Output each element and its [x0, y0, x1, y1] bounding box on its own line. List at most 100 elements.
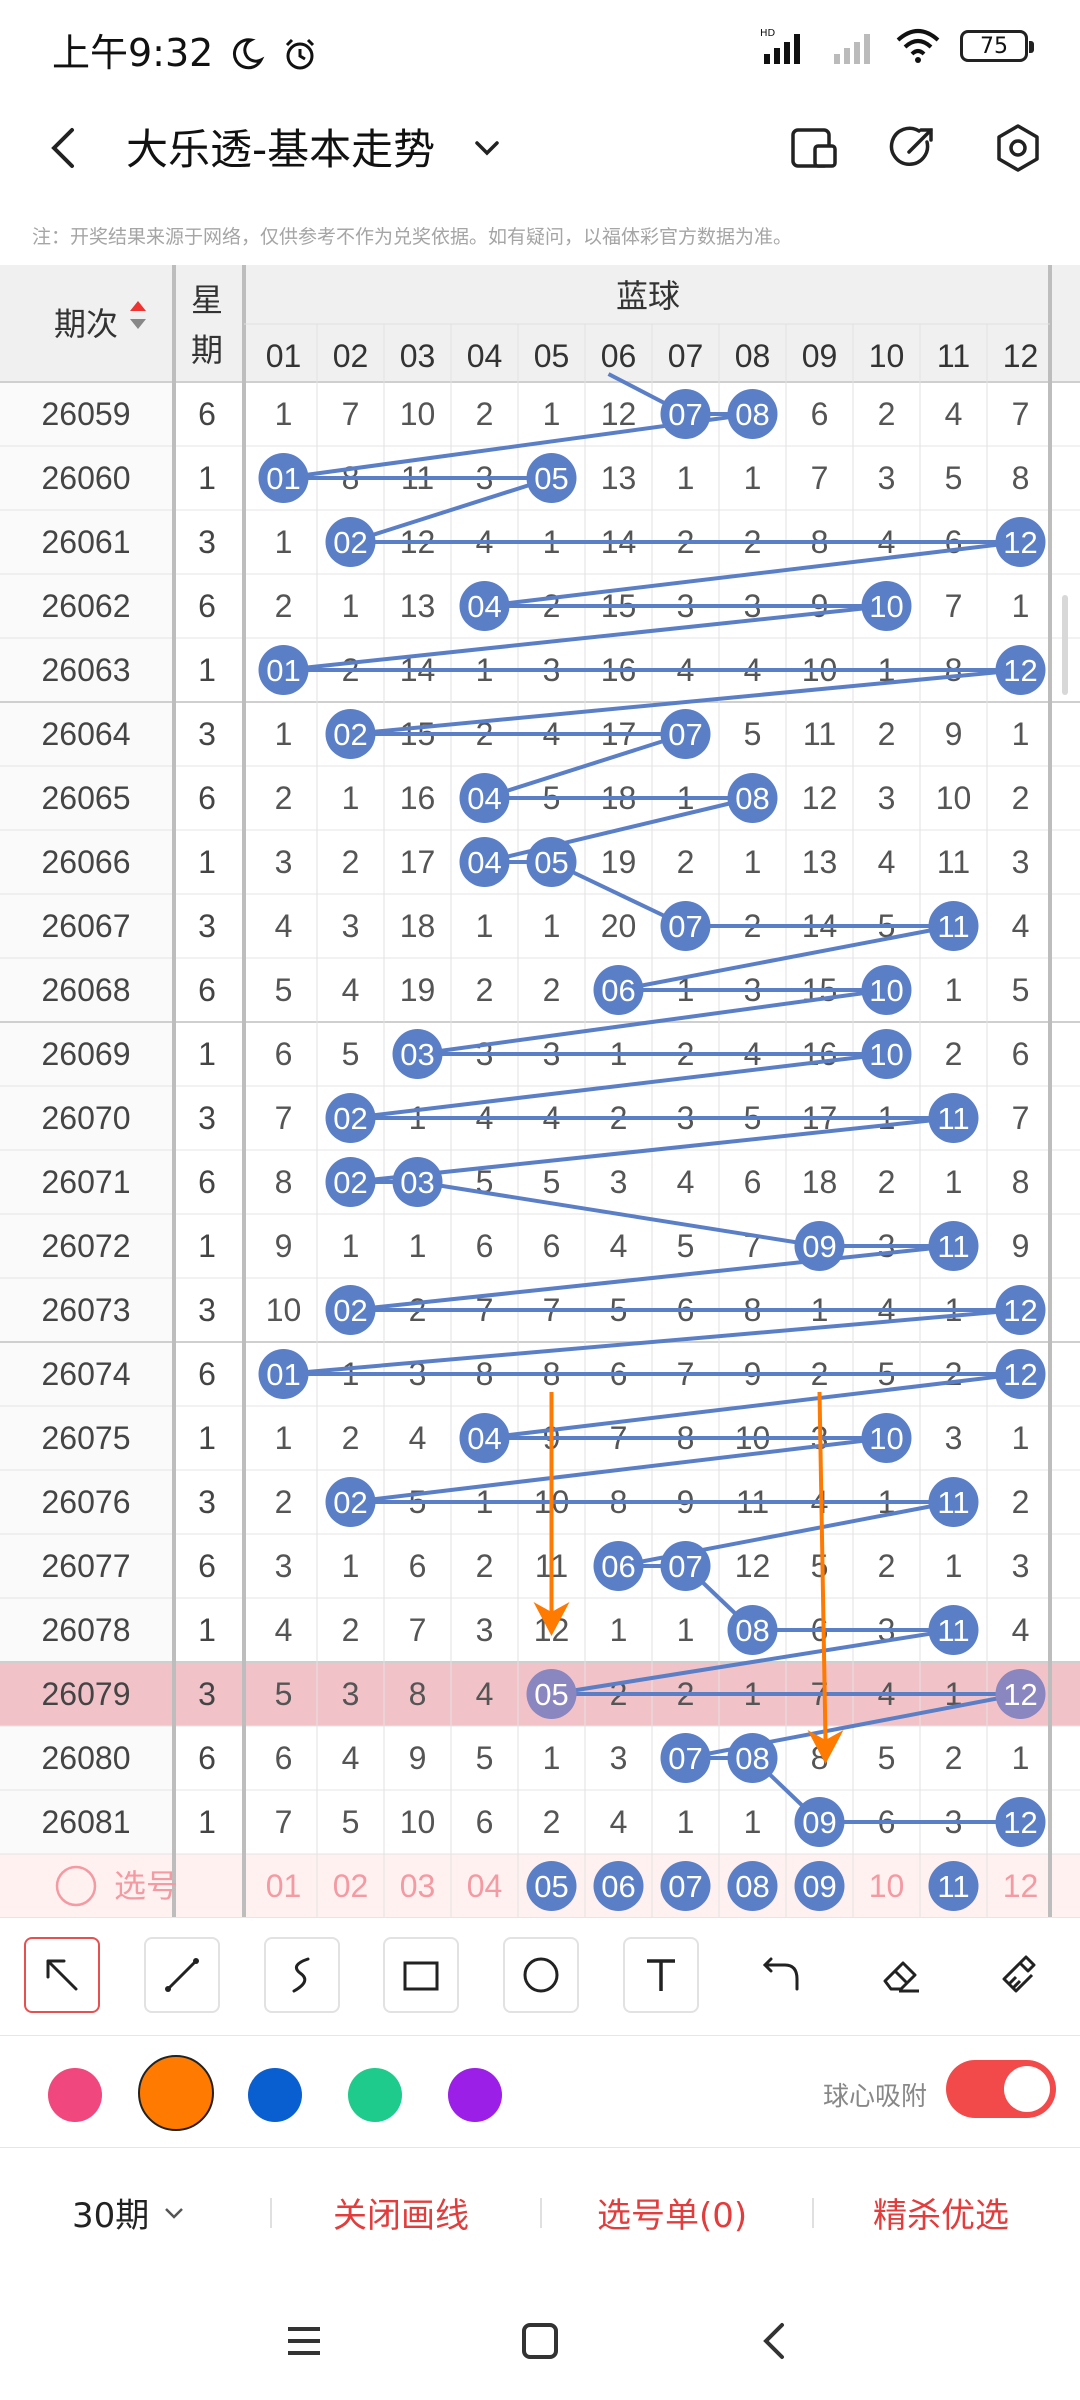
omission-cell: 1 — [744, 1804, 762, 1840]
omission-cell: 6 — [476, 1804, 494, 1840]
weekday-cell: 6 — [198, 1356, 216, 1392]
omission-cell: 2 — [476, 396, 494, 432]
period-select[interactable]: 30期 — [72, 2188, 189, 2237]
tool-rectangle[interactable] — [383, 1937, 459, 2013]
omission-cell: 4 — [610, 1804, 628, 1840]
selection-list-button[interactable]: 选号单(0) — [597, 2188, 747, 2237]
omission-cell: 1 — [342, 1548, 360, 1584]
close-lines-button[interactable]: 关闭画线 — [333, 2188, 469, 2237]
omission-cell: 4 — [1012, 1612, 1030, 1648]
tool-clear[interactable] — [982, 1937, 1058, 2013]
eraser-icon — [883, 1961, 919, 1993]
period-cell: 26070 — [42, 1100, 131, 1136]
share-icon[interactable] — [883, 118, 943, 178]
chevron-down-icon — [165, 2207, 184, 2219]
col-header-number: 03 — [400, 338, 436, 374]
omission-cell: 5 — [275, 1676, 293, 1712]
trend-table[interactable]: 26059 6 1 7 10 2 1 12 6 2 4 7 26060 1 8 11 3 13 1 1 7 3 5 8 2606… — [0, 265, 1080, 1917]
snap-label: 球心吸附 — [823, 2082, 928, 2112]
tool-line[interactable] — [144, 1937, 220, 2013]
col-header-number: 12 — [1003, 338, 1039, 374]
omission-cell: 7 — [1012, 396, 1030, 432]
layout-icon[interactable] — [783, 118, 843, 178]
period-cell: 26074 — [42, 1356, 131, 1392]
omission-cell: 7 — [811, 460, 829, 496]
omission-cell: 8 — [1012, 460, 1030, 496]
premium-button[interactable]: 精杀优选 — [873, 2188, 1009, 2237]
omission-cell: 6 — [744, 1164, 762, 1200]
nav-home-button[interactable] — [510, 2311, 570, 2371]
weekday-cell: 3 — [198, 716, 216, 752]
omission-cell: 7 — [945, 588, 963, 624]
omission-cell: 3 — [610, 1164, 628, 1200]
page-title[interactable]: 大乐透-基本走势 — [126, 116, 507, 177]
select-ball-number: 11 — [937, 1869, 969, 1904]
period-cell: 26072 — [42, 1228, 131, 1264]
nav-back-icon — [763, 2323, 784, 2359]
tool-curve[interactable] — [264, 1937, 340, 2013]
omission-cell: 3 — [610, 1740, 628, 1776]
omission-cell: 10 — [936, 780, 972, 816]
settings-icon[interactable] — [988, 118, 1048, 178]
color-swatch-orange-selected[interactable] — [138, 2055, 214, 2131]
color-swatch-green[interactable] — [348, 2068, 402, 2122]
blue-ball-number: 12 — [1003, 1677, 1037, 1712]
omission-cell: 7 — [409, 1612, 427, 1648]
back-icon[interactable] — [34, 118, 94, 178]
home-square-icon — [522, 2323, 558, 2359]
omission-cell: 2 — [342, 1612, 360, 1648]
select-ball-number: 04 — [467, 1868, 503, 1904]
omission-cell: 2 — [275, 1484, 293, 1520]
color-swatch-blue[interactable] — [248, 2068, 302, 2122]
color-swatch-pink[interactable] — [48, 2068, 102, 2122]
omission-cell: 1 — [409, 1228, 427, 1264]
weekday-cell: 3 — [198, 1484, 216, 1520]
snap-toggle[interactable] — [946, 2060, 1056, 2118]
period-cell: 26081 — [42, 1804, 131, 1840]
weekday-cell: 6 — [198, 396, 216, 432]
weekday-cell: 1 — [198, 1420, 216, 1456]
blue-ball-number: 12 — [1003, 1293, 1037, 1328]
omission-cell: 2 — [476, 972, 494, 1008]
chevron-down-icon[interactable] — [467, 128, 507, 168]
curve-tool-icon — [292, 1957, 310, 1993]
omission-cell: 20 — [601, 908, 637, 944]
tool-ellipse[interactable] — [503, 1937, 579, 2013]
omission-cell: 5 — [342, 1036, 360, 1072]
omission-cell: 3 — [476, 1612, 494, 1648]
trend-table-svg[interactable]: 26059 6 1 7 10 2 1 12 6 2 4 726060 1 8 11 3 13 1 1 7 3 5 82606… — [0, 265, 1080, 1917]
weekday-cell: 1 — [198, 1036, 216, 1072]
weekday-cell: 6 — [198, 972, 216, 1008]
period-cell: 26067 — [42, 908, 131, 944]
omission-cell: 17 — [400, 844, 436, 880]
omission-cell: 1 — [342, 588, 360, 624]
omission-cell: 1 — [1012, 1740, 1030, 1776]
omission-cell: 3 — [342, 908, 360, 944]
color-bar: 球心吸附 — [0, 2035, 1080, 2147]
col-header-number: 11 — [937, 338, 970, 374]
weekday-cell: 6 — [198, 1740, 216, 1776]
blue-ball-number: 04 — [467, 781, 501, 816]
blue-ball-number: 10 — [869, 589, 903, 624]
blue-ball-number: 02 — [333, 1101, 367, 1136]
tool-undo[interactable] — [743, 1937, 819, 2013]
nav-back-button[interactable] — [746, 2311, 806, 2371]
period-cell: 26061 — [42, 524, 131, 560]
tool-arrow[interactable] — [24, 1937, 100, 2013]
omission-cell: 7 — [275, 1100, 293, 1136]
color-swatch-purple[interactable] — [448, 2068, 502, 2122]
weekday-cell: 1 — [198, 1228, 216, 1264]
omission-cell: 7 — [342, 396, 360, 432]
omission-cell: 6 — [1012, 1036, 1030, 1072]
nav-menu-button[interactable] — [274, 2311, 334, 2371]
period-cell: 26076 — [42, 1484, 131, 1520]
tool-eraser[interactable] — [863, 1937, 939, 2013]
blue-ball-number: 08 — [735, 1613, 769, 1648]
weekday-cell: 6 — [198, 1548, 216, 1584]
omission-cell: 4 — [476, 1676, 494, 1712]
omission-cell: 1 — [543, 908, 561, 944]
omission-cell: 5 — [275, 972, 293, 1008]
tool-text[interactable] — [623, 1937, 699, 2013]
period-cell: 26066 — [42, 844, 131, 880]
omission-cell: 2 — [1012, 1484, 1030, 1520]
